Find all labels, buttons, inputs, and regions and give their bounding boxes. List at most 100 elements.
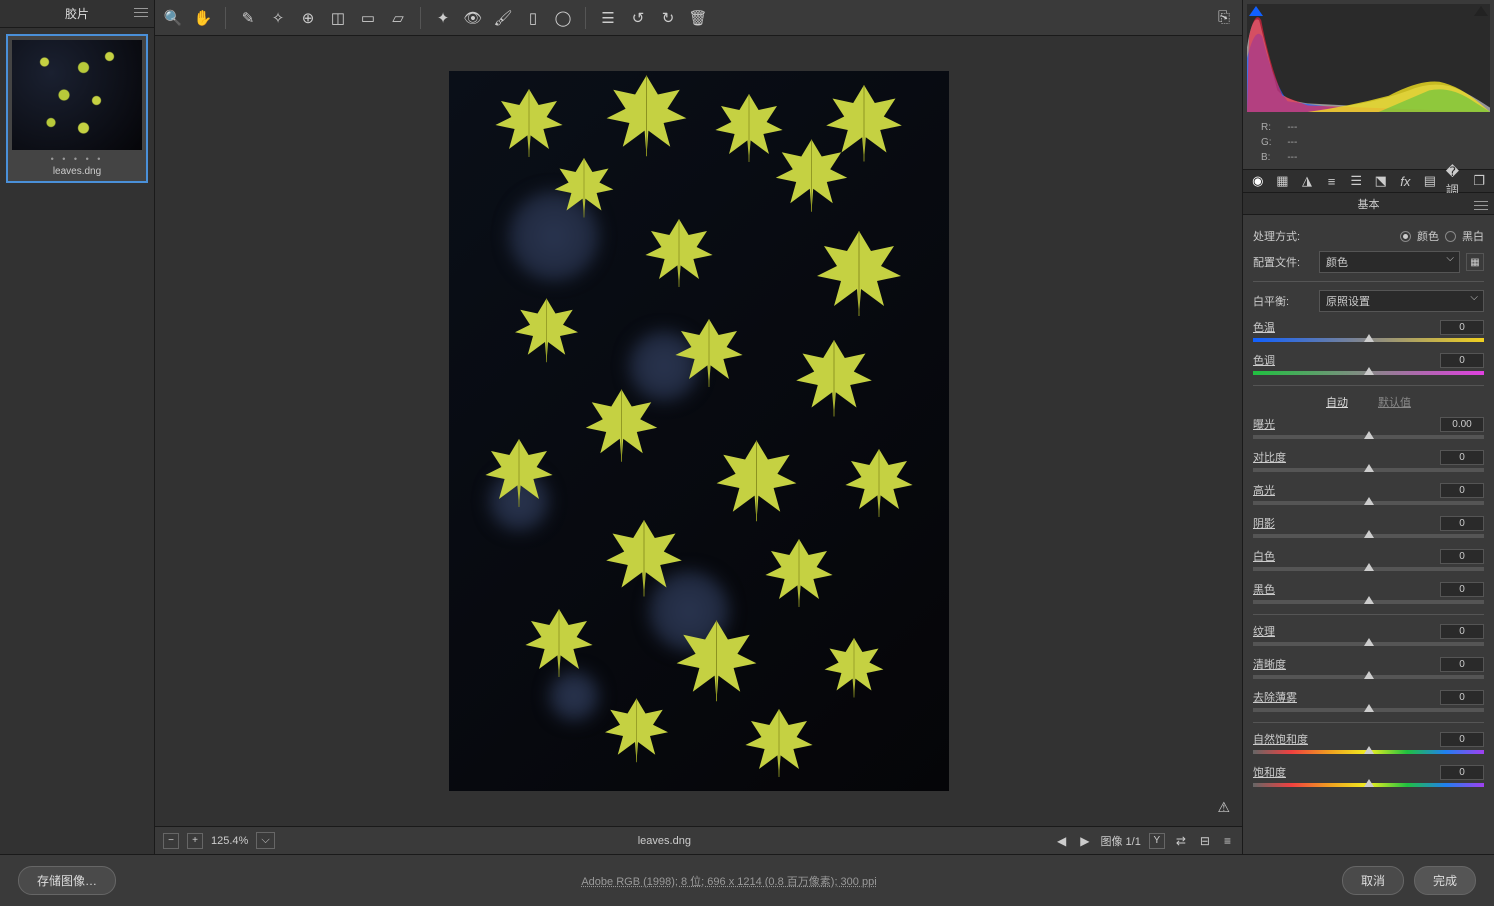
canvas-area[interactable]: ⚠ [155, 36, 1242, 826]
rotate-right-icon[interactable]: ↻ [658, 8, 678, 28]
zoom-tool-icon[interactable]: 🔍 [163, 8, 183, 28]
thumbnail-rating[interactable]: • • • • • [12, 154, 142, 164]
slider-contrast-track[interactable] [1253, 468, 1484, 472]
slider-exposure-value[interactable]: 0.00 [1440, 417, 1484, 432]
treatment-bw-radio[interactable] [1445, 231, 1456, 242]
tab-presets-icon[interactable]: �調 [1446, 172, 1464, 190]
rotate-left-icon[interactable]: ↺ [628, 8, 648, 28]
next-image-icon[interactable]: ▶ [1077, 834, 1092, 848]
treatment-color-text[interactable]: 颜色 [1417, 228, 1439, 244]
slider-highlights-handle[interactable] [1364, 497, 1374, 505]
panel-title-bar: 基本 [1243, 193, 1494, 215]
slider-temp-value[interactable]: 0 [1440, 320, 1484, 335]
radial-filter-tool-icon[interactable]: ◯ [553, 8, 573, 28]
prev-image-icon[interactable]: ◀ [1054, 834, 1069, 848]
default-link[interactable]: 默认值 [1378, 394, 1411, 410]
adjustment-brush-tool-icon[interactable]: 🖌 [493, 8, 513, 28]
red-eye-tool-icon[interactable]: 👁 [463, 8, 483, 28]
white-balance-tool-icon[interactable]: ✎ [238, 8, 258, 28]
slider-texture-track[interactable] [1253, 642, 1484, 646]
shadow-clipping-icon[interactable] [1249, 6, 1263, 16]
auto-link[interactable]: 自动 [1326, 394, 1348, 410]
open-image-icon[interactable]: ⎘ [1214, 8, 1234, 28]
filmstrip-menu-icon[interactable] [134, 8, 148, 18]
done-button[interactable]: 完成 [1414, 866, 1476, 895]
preferences-icon[interactable]: ☰ [598, 8, 618, 28]
slider-highlights-value[interactable]: 0 [1440, 483, 1484, 498]
slider-dehaze-value[interactable]: 0 [1440, 690, 1484, 705]
tab-curve-icon[interactable]: ▦ [1274, 172, 1292, 190]
save-image-button[interactable]: 存储图像… [18, 866, 116, 895]
treatment-color-radio[interactable] [1400, 231, 1411, 242]
slider-whites-value[interactable]: 0 [1440, 549, 1484, 564]
slider-dehaze-track[interactable] [1253, 708, 1484, 712]
slider-shadows-handle[interactable] [1364, 530, 1374, 538]
zoom-out-button[interactable]: − [163, 833, 179, 849]
slider-texture-value[interactable]: 0 [1440, 624, 1484, 639]
slider-vibrance-value[interactable]: 0 [1440, 732, 1484, 747]
color-sampler-tool-icon[interactable]: ✧ [268, 8, 288, 28]
cancel-button[interactable]: 取消 [1342, 866, 1404, 895]
slider-saturation-handle[interactable] [1364, 779, 1374, 787]
copy-settings-icon[interactable]: ⊟ [1197, 834, 1213, 848]
slider-shadows-value[interactable]: 0 [1440, 516, 1484, 531]
slider-tint-handle[interactable] [1364, 367, 1374, 375]
thumbnail-item[interactable]: • • • • • leaves.dng [6, 34, 148, 183]
zoom-in-button[interactable]: + [187, 833, 203, 849]
slider-tint-track[interactable] [1253, 371, 1484, 375]
hand-tool-icon[interactable]: ✋ [193, 8, 213, 28]
delete-icon[interactable]: 🗑 [688, 8, 708, 28]
image-metadata[interactable]: Adobe RGB (1998); 8 位; 696 x 1214 (0.8 百… [581, 873, 876, 889]
straighten-tool-icon[interactable]: ▭ [358, 8, 378, 28]
crop-tool-icon[interactable]: ◫ [328, 8, 348, 28]
slider-clarity-value[interactable]: 0 [1440, 657, 1484, 672]
slider-clarity-track[interactable] [1253, 675, 1484, 679]
tab-calibration-icon[interactable]: ▤ [1421, 172, 1439, 190]
profile-select[interactable]: 颜色 [1319, 251, 1460, 273]
slider-tint-value[interactable]: 0 [1440, 353, 1484, 368]
tab-hsl-icon[interactable]: ≡ [1323, 172, 1341, 190]
zoom-dropdown[interactable]: ⌵ [256, 832, 274, 849]
highlight-clipping-icon[interactable] [1474, 6, 1488, 16]
slider-vibrance-handle[interactable] [1364, 746, 1374, 754]
tab-lens-icon[interactable]: ⬔ [1372, 172, 1390, 190]
slider-texture-handle[interactable] [1364, 638, 1374, 646]
slider-blacks-value[interactable]: 0 [1440, 582, 1484, 597]
slider-contrast-handle[interactable] [1364, 464, 1374, 472]
panel-menu-icon[interactable] [1474, 201, 1488, 211]
tab-snapshots-icon[interactable]: ❐ [1470, 172, 1488, 190]
slider-exposure-track[interactable] [1253, 435, 1484, 439]
slider-exposure-handle[interactable] [1364, 431, 1374, 439]
treatment-bw-text[interactable]: 黑白 [1462, 228, 1484, 244]
profile-browser-button[interactable]: ▦ [1466, 253, 1484, 271]
slider-shadows-track[interactable] [1253, 534, 1484, 538]
slider-whites-handle[interactable] [1364, 563, 1374, 571]
slider-dehaze-handle[interactable] [1364, 704, 1374, 712]
slider-blacks-handle[interactable] [1364, 596, 1374, 604]
wb-select[interactable]: 原照设置 [1319, 290, 1484, 312]
tab-detail-icon[interactable]: ◮ [1298, 172, 1316, 190]
slider-temp: 色温 0 [1253, 319, 1484, 342]
slider-highlights-track[interactable] [1253, 501, 1484, 505]
spot-removal-tool-icon[interactable]: ✦ [433, 8, 453, 28]
slider-saturation-track[interactable] [1253, 783, 1484, 787]
tab-basic-icon[interactable]: ◉ [1249, 172, 1267, 190]
slider-temp-handle[interactable] [1364, 334, 1374, 342]
slider-vibrance-track[interactable] [1253, 750, 1484, 754]
histogram[interactable] [1247, 4, 1490, 112]
graduated-filter-tool-icon[interactable]: ▯ [523, 8, 543, 28]
transform-tool-icon[interactable]: ▱ [388, 8, 408, 28]
targeted-adjust-tool-icon[interactable]: ⊕ [298, 8, 318, 28]
slider-whites-track[interactable] [1253, 567, 1484, 571]
warning-icon[interactable]: ⚠ [1217, 799, 1230, 816]
tab-split-icon[interactable]: ☰ [1347, 172, 1365, 190]
adjust-icon[interactable]: ≡ [1221, 834, 1234, 848]
slider-temp-track[interactable] [1253, 338, 1484, 342]
slider-blacks-track[interactable] [1253, 600, 1484, 604]
tab-fx-icon[interactable]: fx [1397, 172, 1415, 190]
slider-saturation-value[interactable]: 0 [1440, 765, 1484, 780]
slider-clarity-handle[interactable] [1364, 671, 1374, 679]
slider-contrast-value[interactable]: 0 [1440, 450, 1484, 465]
before-after-toggle[interactable]: Y [1149, 833, 1165, 849]
swap-icon[interactable]: ⇄ [1173, 834, 1189, 848]
